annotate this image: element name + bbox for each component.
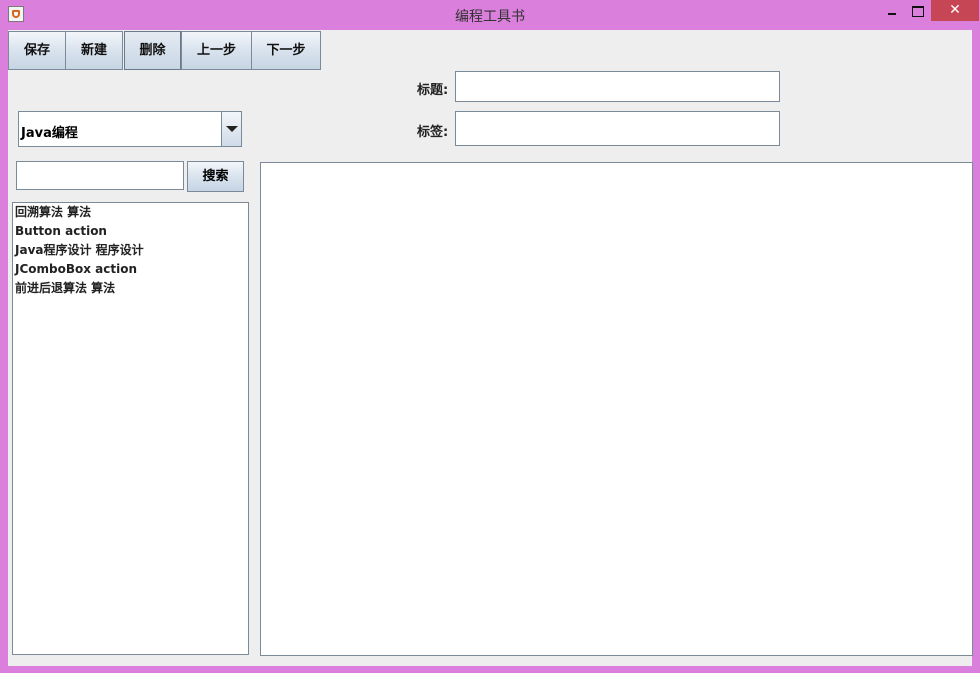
main-panel: 保存 新建 删除 上一步 下一步 标题: 标签: Java编程 搜索 回溯算法 … [8,30,973,666]
search-input[interactable] [16,161,184,190]
window-title: 编程工具书 [455,9,525,25]
category-select[interactable]: Java编程 [18,111,242,147]
new-button[interactable]: 新建 [65,31,123,70]
close-button[interactable]: ✕ [931,0,979,21]
list-item[interactable]: 回溯算法 算法 [13,203,248,222]
content-editor[interactable] [260,162,973,656]
list-item[interactable]: Button action [13,222,248,241]
entry-list[interactable]: 回溯算法 算法 Button action Java程序设计 程序设计 JCom… [12,202,249,655]
search-button[interactable]: 搜索 [187,161,244,192]
delete-button[interactable]: 删除 [124,31,181,70]
title-label: 标题: [417,83,449,98]
previous-step-button[interactable]: 上一步 [181,31,252,70]
next-step-button[interactable]: 下一步 [251,31,321,70]
chevron-down-icon[interactable] [221,112,241,146]
app-window: 编程工具书 ✕ 保存 新建 删除 上一步 下一步 标题: 标签: Java编程 … [0,0,980,673]
maximize-button[interactable] [904,0,932,21]
maximize-icon [912,6,924,17]
minimize-button[interactable] [878,0,906,21]
title-bar: 编程工具书 ✕ [0,0,980,30]
category-selected-value: Java编程 [21,126,78,141]
list-item[interactable]: 前进后退算法 算法 [13,279,248,298]
title-field[interactable] [455,71,780,102]
list-item[interactable]: Java程序设计 程序设计 [13,241,248,260]
minimize-icon [888,13,896,15]
tag-label: 标签: [417,125,449,140]
save-button[interactable]: 保存 [8,31,66,70]
list-item[interactable]: JComboBox action [13,260,248,279]
tag-field[interactable] [455,111,780,146]
close-icon: ✕ [949,2,961,18]
